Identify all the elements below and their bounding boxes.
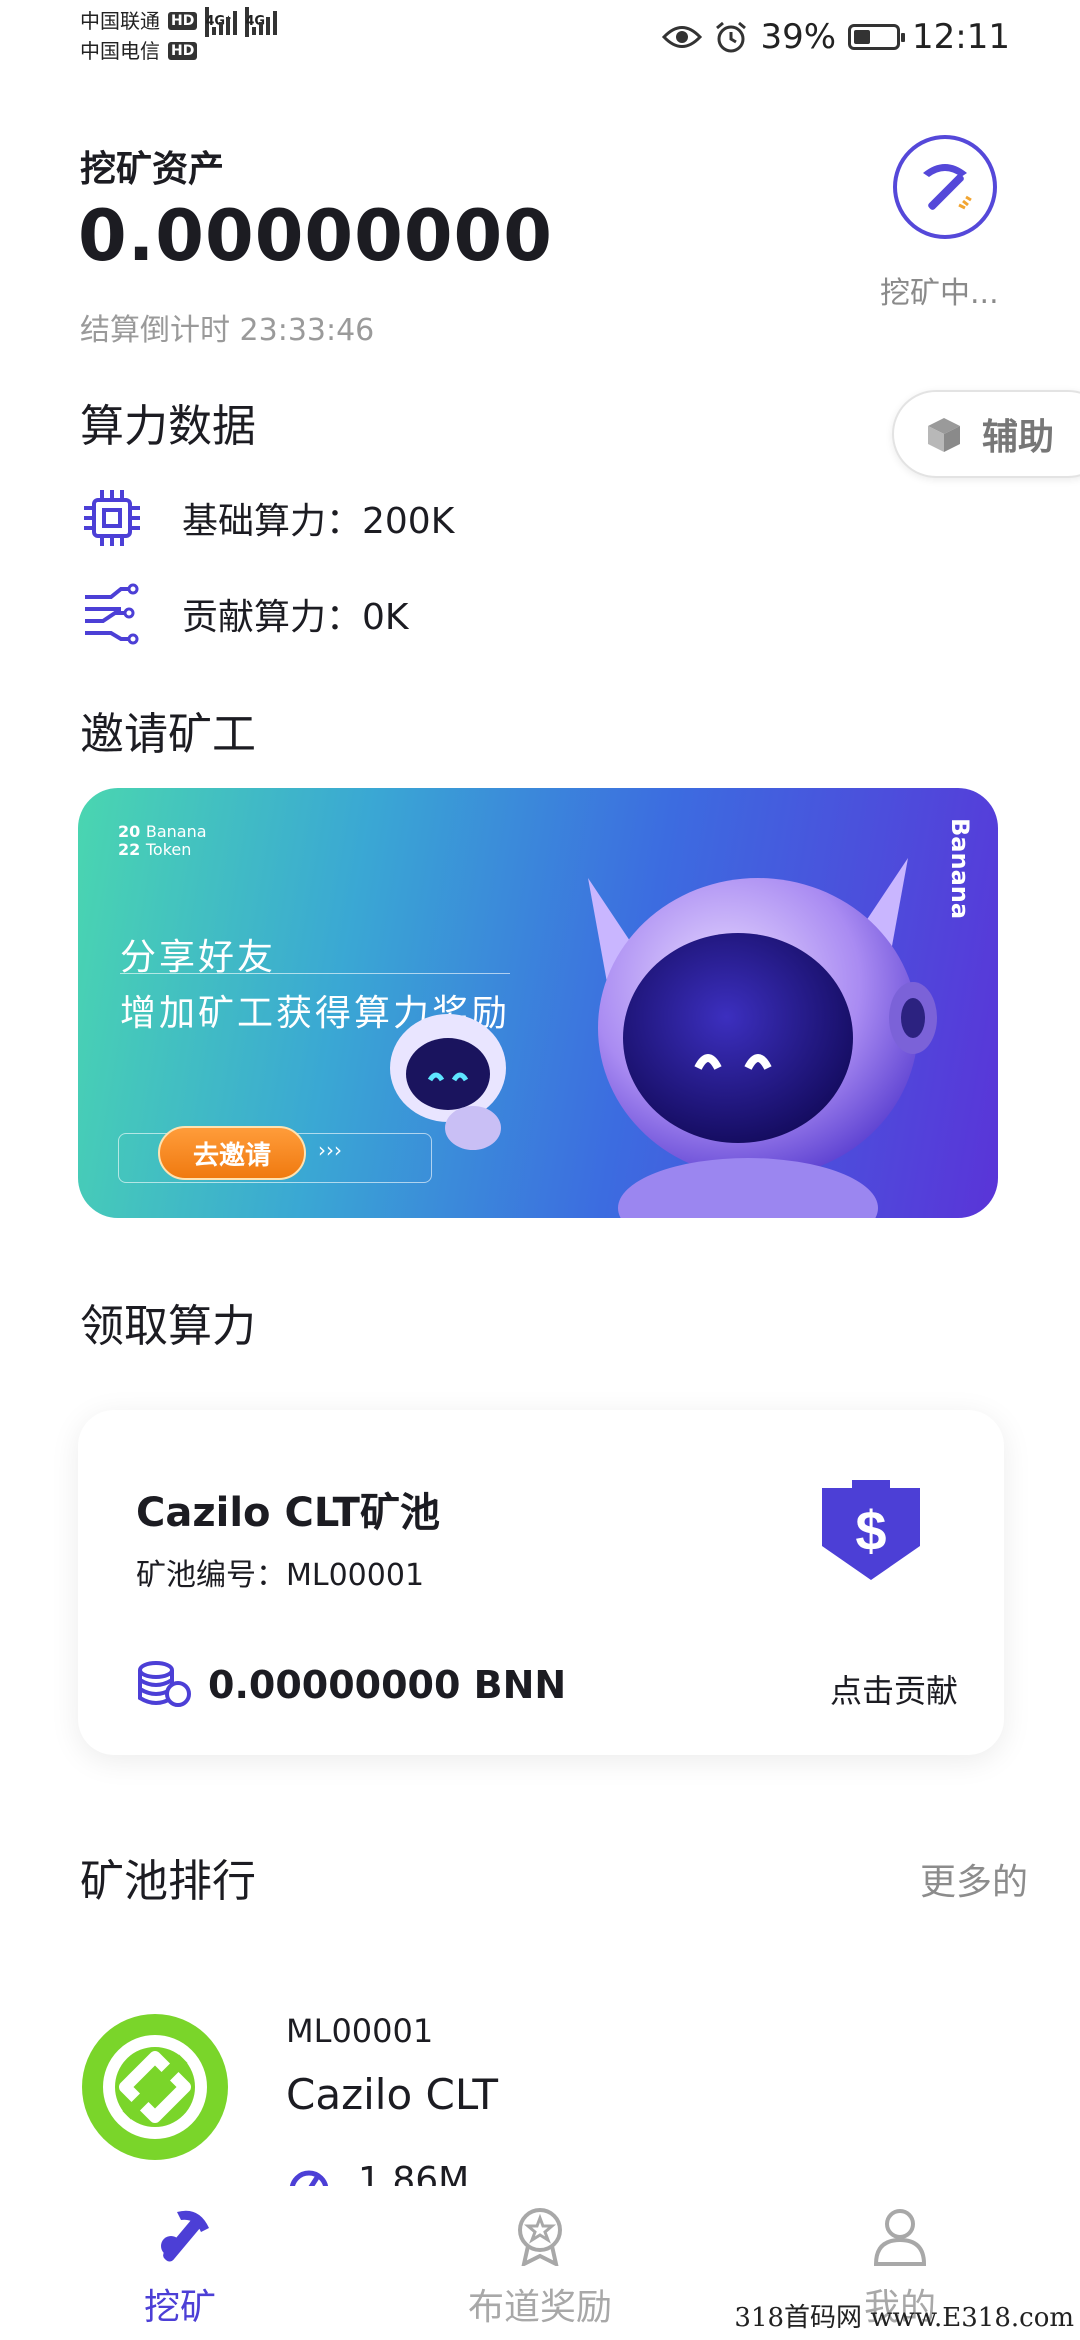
invite-title: 邀请矿工: [80, 709, 256, 760]
more-link[interactable]: 更多的: [920, 1853, 1028, 1905]
contribute-button[interactable]: 点击贡献: [830, 1666, 958, 1712]
tab-mining-label: 挖矿: [143, 2287, 216, 2328]
ranking-item-name[interactable]: Cazilo CLT: [286, 2070, 498, 2119]
pool-card[interactable]: Cazilo CLT矿池 矿池编号：ML00001 $ 0.00000000 B…: [78, 1410, 1004, 1755]
pool-logo: [82, 2014, 228, 2160]
contrib-hashrate-row: 贡献算力：0K: [80, 582, 409, 646]
hd-badge-1: HD: [168, 12, 198, 30]
ranking-title: 矿池排行: [80, 1856, 256, 1907]
asset-label: 挖矿资产: [80, 149, 225, 190]
mining-button[interactable]: [893, 135, 997, 239]
invite-banner[interactable]: 20 Banana 22 Token 分享好友 增加矿工获得算力奖励 去邀请 ›…: [78, 788, 998, 1218]
medal-icon: [518, 2208, 562, 2266]
svg-text:$: $: [855, 1499, 886, 1562]
invite-button[interactable]: 去邀请: [158, 1126, 306, 1180]
pool-amount: 0.00000000 BNN: [208, 1663, 567, 1707]
hd-badge-2: HD: [168, 42, 198, 60]
banner-arrows: ›››: [318, 1138, 342, 1162]
contrib-hashrate-label: 贡献算力：0K: [182, 597, 409, 638]
banner-logo: 20 Banana 22 Token: [118, 822, 207, 859]
alarm-icon: [716, 21, 747, 53]
ranking-item-stat: 1.86M: [286, 2160, 469, 2186]
pool-code: 矿池编号：ML00001: [136, 1558, 425, 1593]
clock: 12:11: [912, 17, 1010, 57]
tab-rewards[interactable]: 布道奖励: [420, 2206, 660, 2330]
pool-amount-row: 0.00000000 BNN: [136, 1660, 566, 1710]
asset-value: 0.00000000: [78, 195, 553, 277]
signal-icon-1: 4G⁺: [205, 7, 238, 37]
chip-icon: [80, 486, 144, 550]
assist-button[interactable]: 辅助: [892, 390, 1080, 478]
ranking-item-value: 1.86M: [358, 2160, 470, 2186]
carrier-2: 中国电信: [80, 39, 160, 63]
base-hashrate-row: 基础算力：200K: [80, 486, 454, 550]
status-bar-right: 39% 12:11: [662, 12, 1010, 62]
ranking-item-code: ML00001: [286, 2012, 434, 2050]
watermark: 318首码网 www.E318.com: [734, 2303, 1074, 2333]
pool-name: Cazilo CLT矿池: [136, 1490, 440, 1536]
status-bar-left: 中国联通 HD 4G⁺ 4G 中国电信 HD: [80, 6, 278, 66]
person-icon: [873, 2209, 927, 2266]
settlement-countdown: 结算倒计时 23:33:46: [80, 313, 375, 348]
eye-icon: [662, 26, 703, 48]
mining-status: 挖矿中...: [880, 276, 999, 311]
assist-label: 辅助: [982, 417, 1055, 458]
pickaxe-icon: [923, 164, 972, 210]
coins-icon: [138, 1661, 191, 1707]
battery-icon: [848, 24, 906, 50]
gauge-icon: [289, 2170, 329, 2186]
robot-illustration: [390, 858, 937, 1218]
carrier-1: 中国联通: [80, 9, 160, 33]
signal-icon-2: 4G: [245, 7, 278, 37]
network-icon: [80, 582, 144, 646]
tab-rewards-label: 布道奖励: [467, 2287, 612, 2328]
claim-title: 领取算力: [80, 1301, 256, 1352]
base-hashrate-label: 基础算力：200K: [182, 501, 455, 542]
pickaxe-icon: [161, 2210, 209, 2262]
box-icon: [928, 418, 960, 452]
battery-percent: 39%: [760, 17, 837, 57]
tab-mining[interactable]: 挖矿: [60, 2206, 300, 2330]
hashrate-title: 算力数据: [80, 401, 256, 452]
shield-dollar-icon: $: [822, 1480, 920, 1580]
